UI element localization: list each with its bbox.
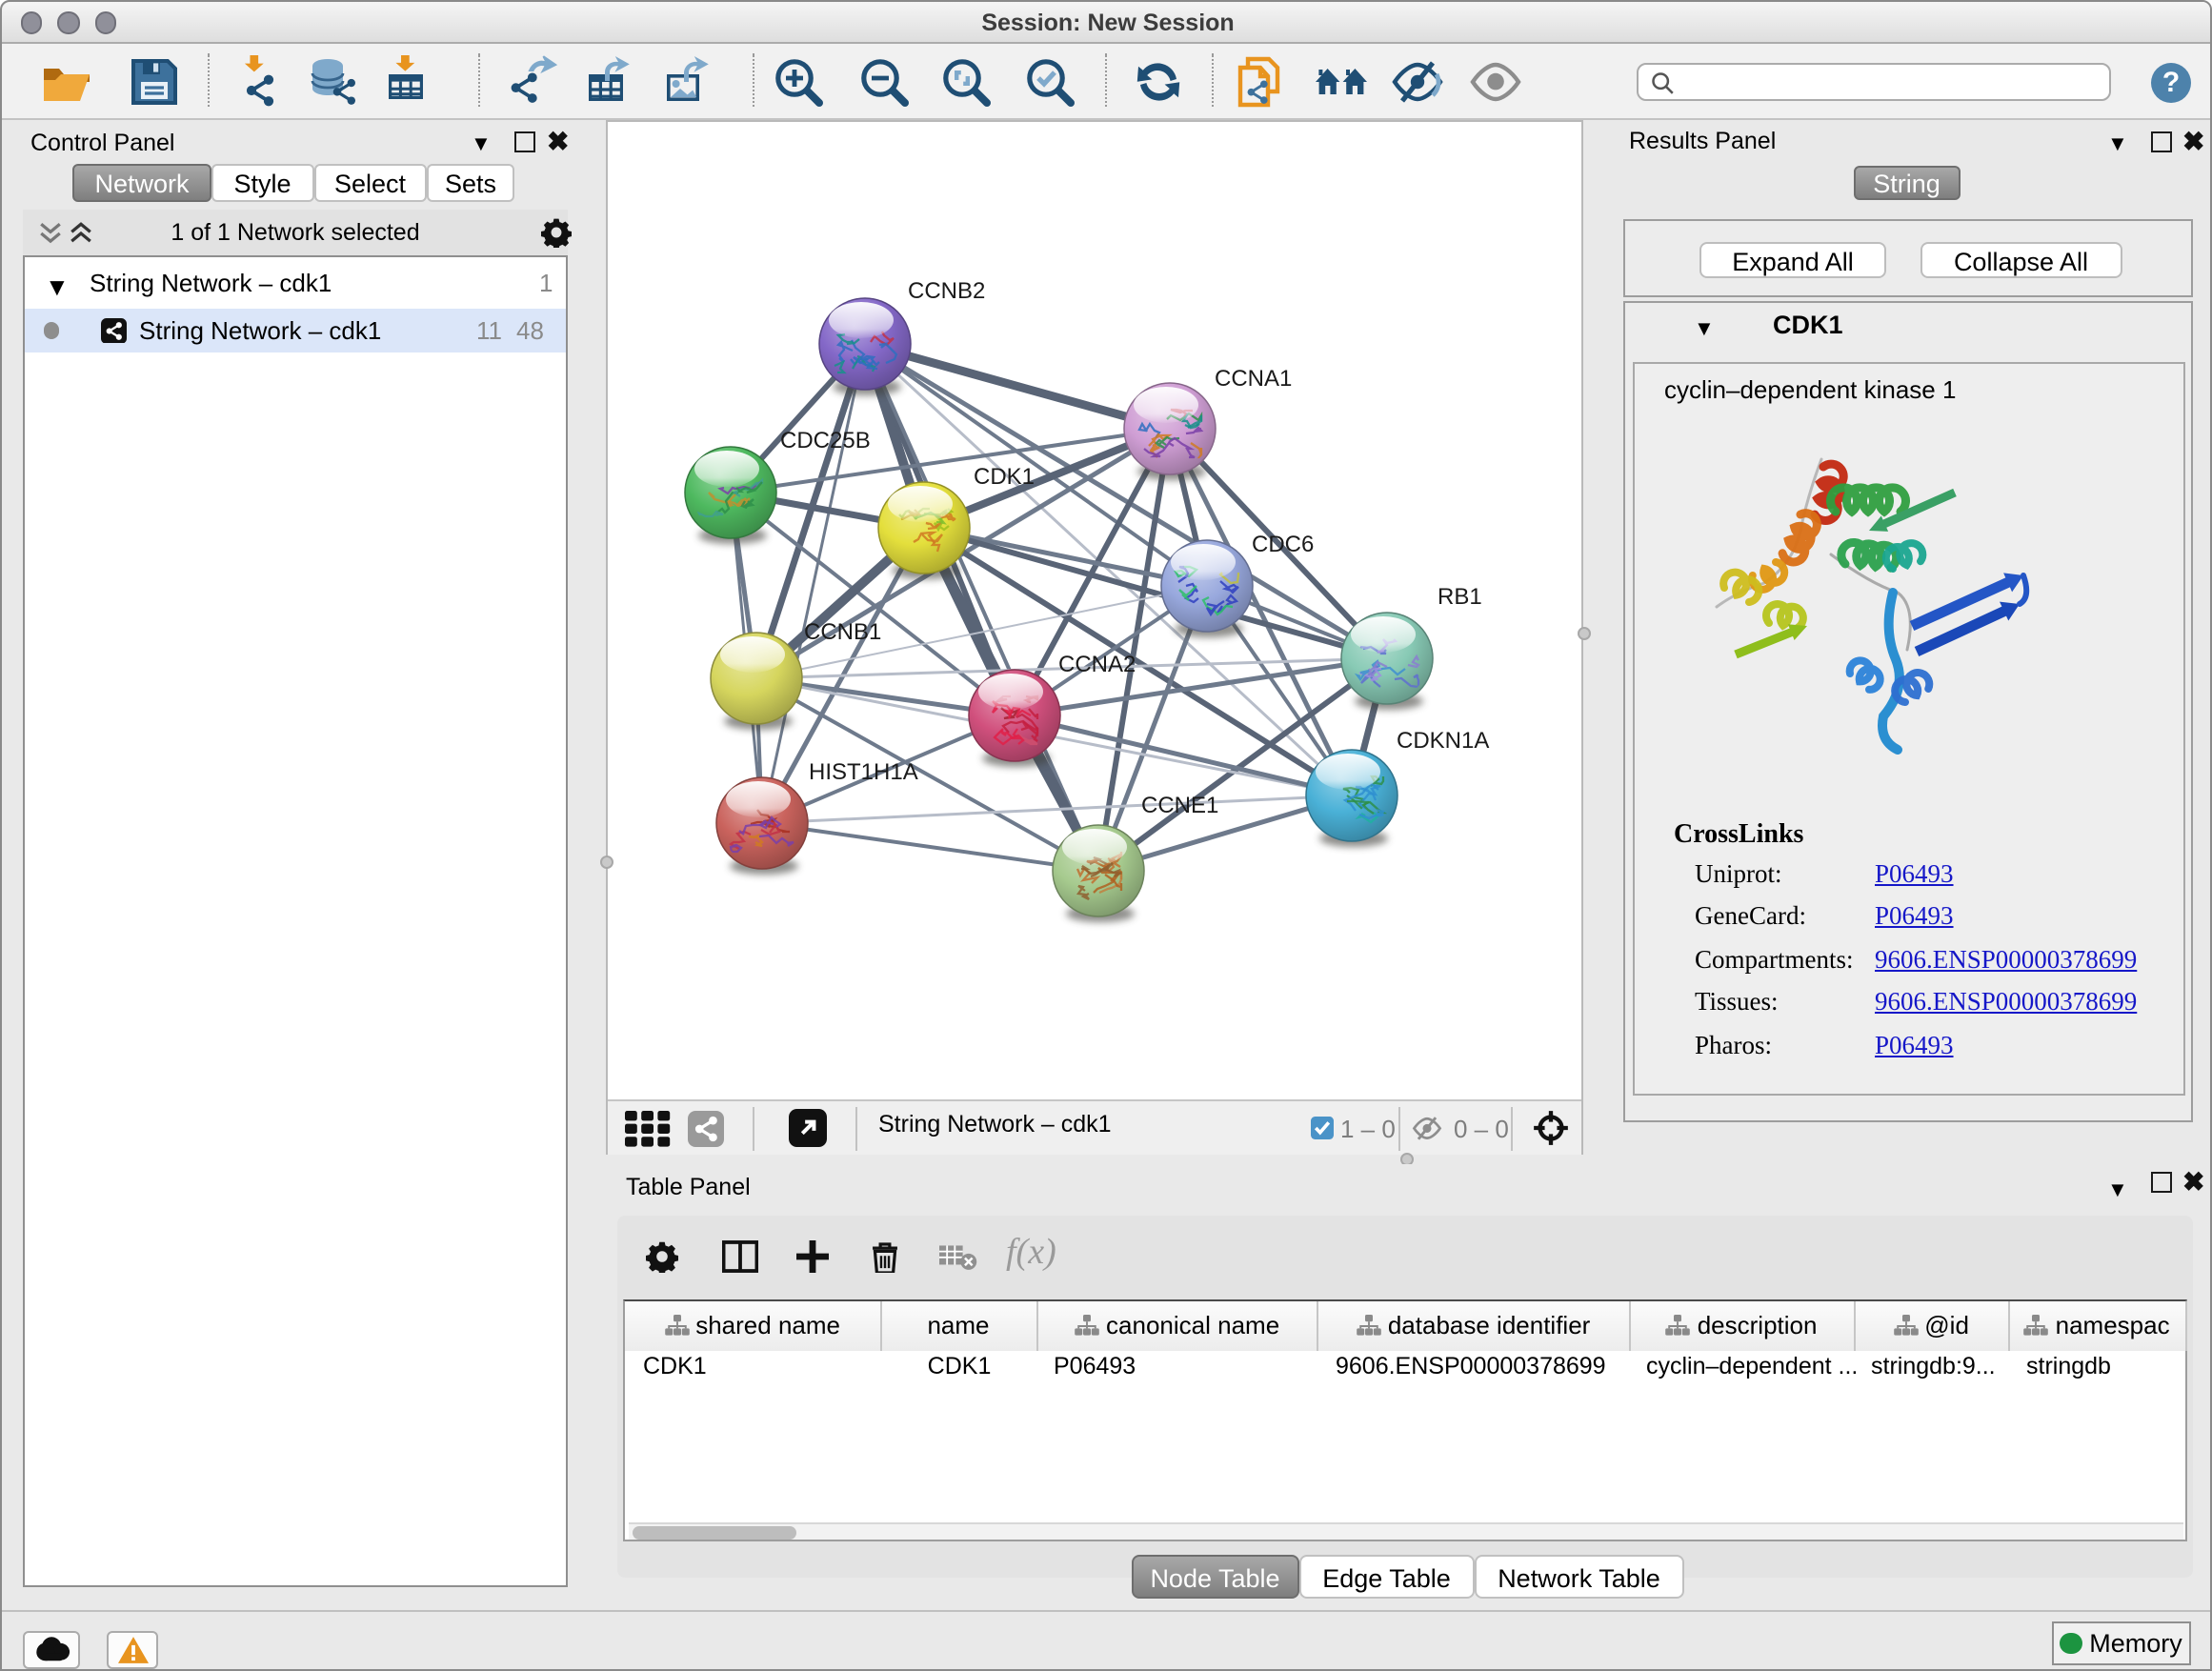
svg-text:CCNE1: CCNE1: [1141, 792, 1218, 817]
svg-text:CDKN1A: CDKN1A: [1397, 727, 1489, 753]
svg-text:HIST1H1A: HIST1H1A: [809, 758, 918, 784]
svg-text:CCNA1: CCNA1: [1215, 365, 1292, 391]
svg-text:CDC25B: CDC25B: [780, 427, 871, 453]
svg-text:CCNB2: CCNB2: [908, 277, 985, 303]
svg-text:CDC6: CDC6: [1252, 531, 1314, 556]
svg-text:CCNB1: CCNB1: [804, 618, 881, 644]
svg-text:CCNA2: CCNA2: [1058, 651, 1136, 676]
svg-text:RB1: RB1: [1438, 583, 1482, 609]
svg-text:CDK1: CDK1: [974, 463, 1035, 489]
